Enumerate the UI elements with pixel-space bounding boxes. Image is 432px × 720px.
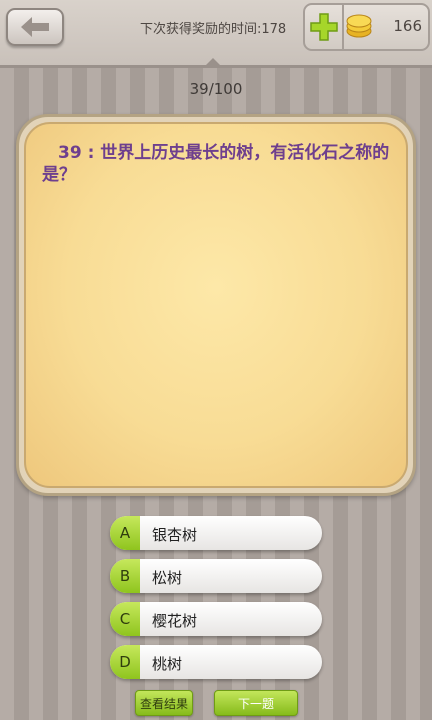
- next-question-button[interactable]: 下一题: [214, 690, 298, 716]
- question-panel: 39 : 世界上历史最长的树，有活化石之称的是？: [24, 122, 408, 488]
- view-results-button[interactable]: 查看结果: [135, 690, 193, 716]
- question-card: 39 : 世界上历史最长的树，有活化石之称的是？: [16, 114, 416, 496]
- back-button[interactable]: [6, 8, 64, 46]
- option-d[interactable]: D 桃树: [110, 645, 322, 679]
- option-letter: D: [110, 645, 140, 679]
- option-letter: A: [110, 516, 140, 550]
- option-text: 樱花树: [152, 612, 198, 630]
- option-letter: B: [110, 559, 140, 593]
- option-text: 银杏树: [152, 526, 198, 544]
- coin-count: 166: [393, 17, 422, 35]
- option-b[interactable]: B 松树: [110, 559, 322, 593]
- option-letter: C: [110, 602, 140, 636]
- add-coins-button[interactable]: [307, 7, 341, 47]
- question-progress: 39/100: [189, 80, 243, 98]
- coin-stack: [345, 13, 373, 43]
- option-text: 桃树: [152, 655, 183, 673]
- question-text: 39 : 世界上历史最长的树，有活化石之称的是？: [42, 143, 390, 185]
- option-text: 松树: [152, 569, 183, 587]
- panel-divider: [342, 5, 344, 49]
- option-c[interactable]: C 樱花树: [110, 602, 322, 636]
- coin-panel: 166: [303, 3, 430, 51]
- plus-icon: [310, 13, 338, 41]
- coin-icon: [346, 14, 372, 38]
- option-a[interactable]: A 银杏树: [110, 516, 322, 550]
- header-pointer: [204, 58, 222, 67]
- back-arrow-icon: [21, 17, 49, 37]
- reward-timer-label: 下次获得奖励的时间:178: [140, 22, 287, 37]
